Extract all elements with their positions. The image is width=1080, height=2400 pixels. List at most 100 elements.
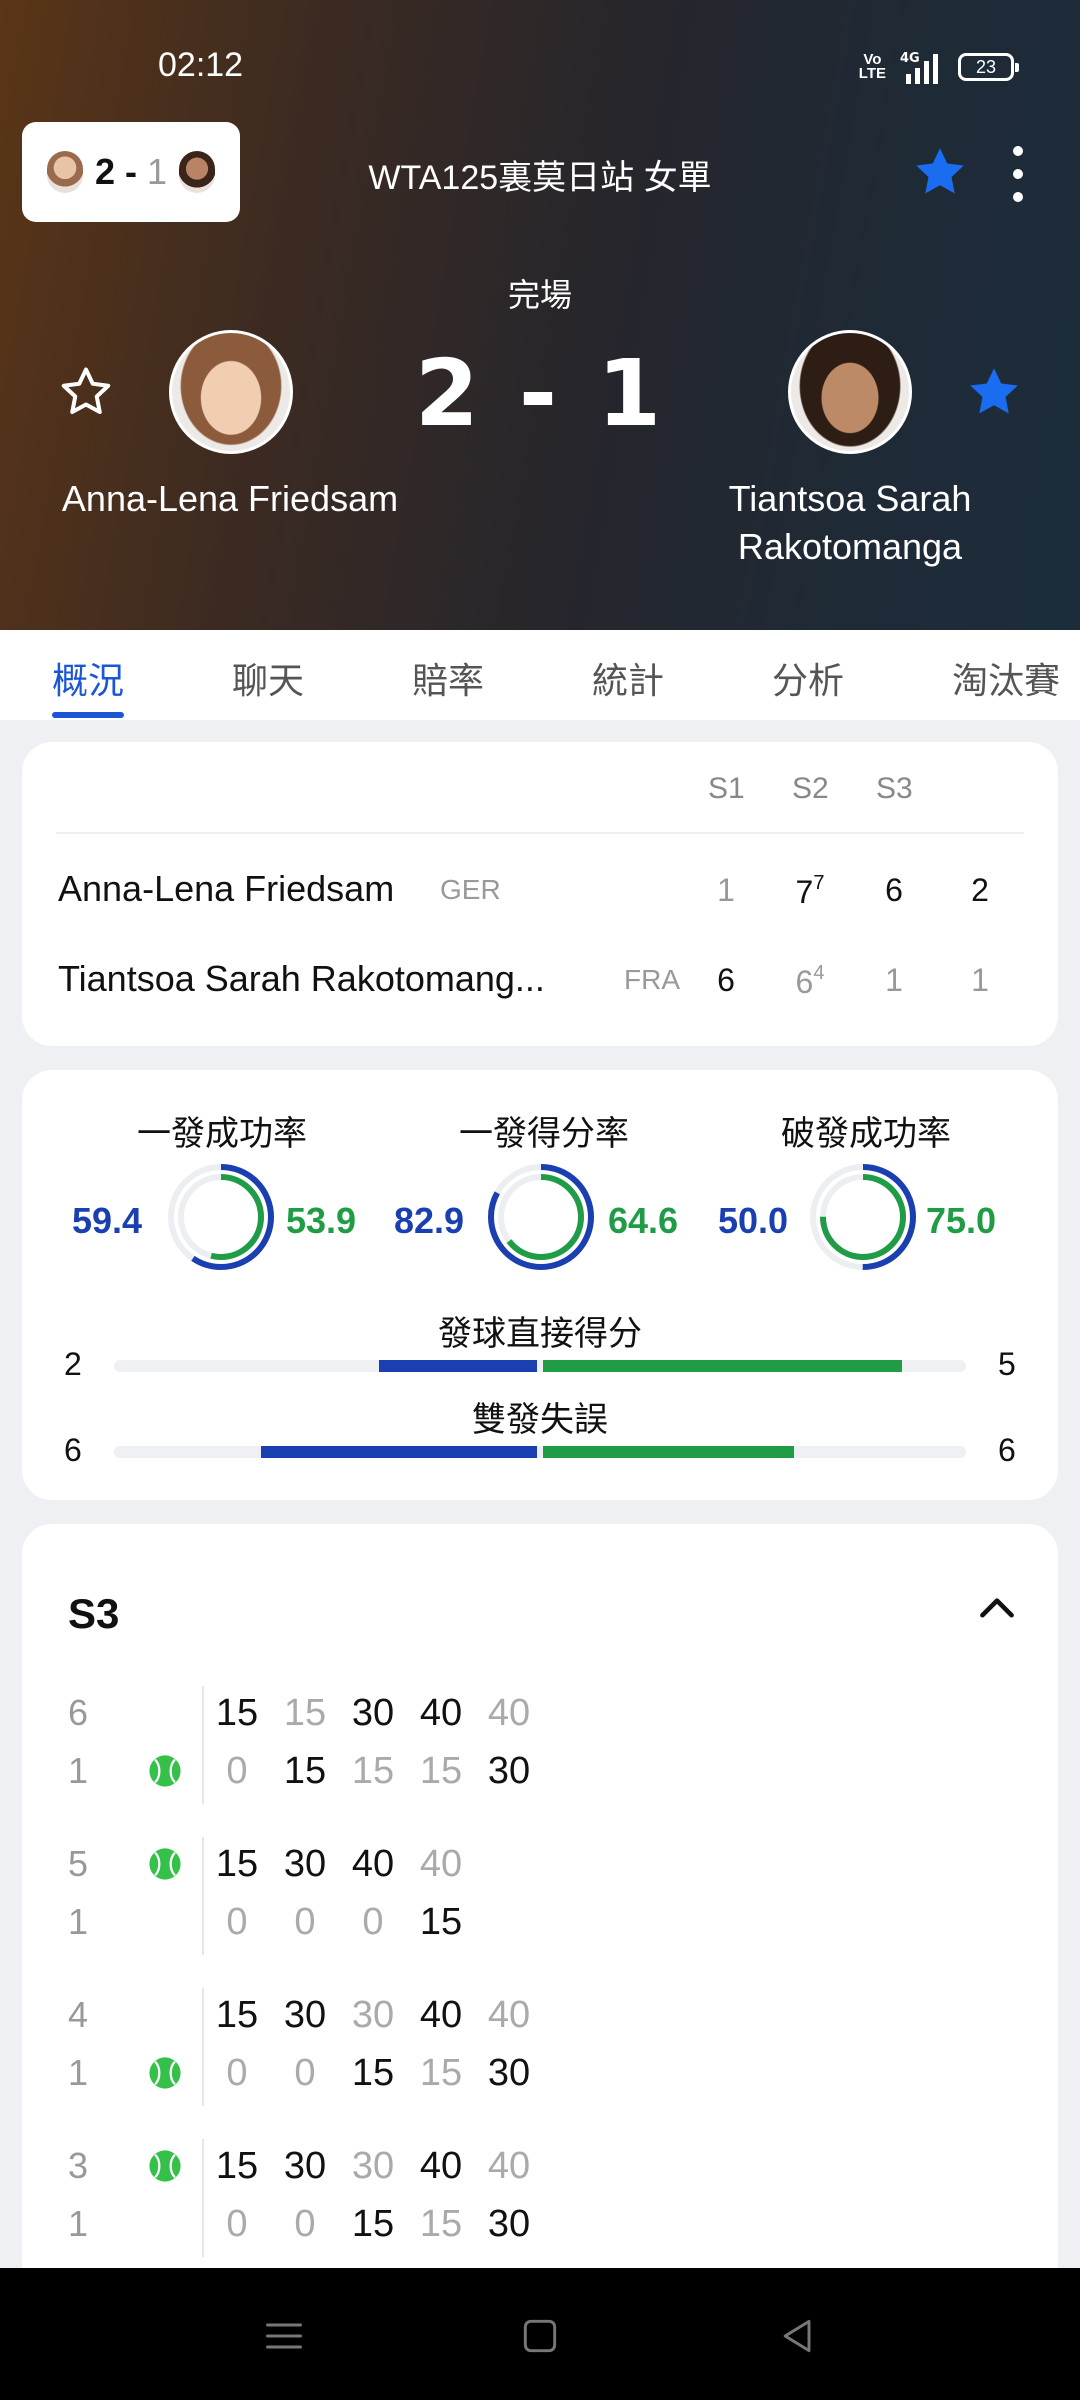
- stat1-home-value: 59.4: [72, 1200, 143, 1241]
- game-divider: [202, 1988, 204, 2106]
- home-games-score: 3: [68, 2145, 89, 2186]
- away-player-avatar[interactable]: [788, 330, 912, 454]
- tab-knockout[interactable]: 淘汰賽: [952, 630, 1060, 720]
- home-row-country: GER: [440, 874, 501, 905]
- away-point: 0: [294, 2052, 316, 2094]
- home-player-star-icon[interactable]: [56, 362, 116, 422]
- bar2-track: [114, 1446, 966, 1458]
- home-point: 40: [487, 2145, 531, 2187]
- away-point: 0: [362, 1901, 384, 1943]
- favorite-match-star-icon[interactable]: [910, 142, 970, 202]
- tennis-ball-icon: [149, 2150, 181, 2182]
- home-point: 30: [351, 2145, 395, 2187]
- away-point: 15: [351, 1750, 395, 1792]
- home-point: 15: [215, 1692, 259, 1734]
- bar2-home-value: 6: [64, 1432, 82, 1468]
- key-stats-card: 一發成功率 一發得分率 破發成功率 59.4 53.9 82.9 64.6 50…: [22, 1070, 1058, 1500]
- game-divider: [202, 1686, 204, 1804]
- back-icon[interactable]: [776, 2314, 820, 2358]
- chevron-up-icon[interactable]: [972, 1584, 1022, 1634]
- home-point: 40: [487, 1994, 531, 2036]
- stat-title-2: 一發得分率: [459, 1115, 629, 1153]
- home-player-avatar[interactable]: [169, 330, 293, 454]
- stat2-away-value: 64.6: [608, 1200, 679, 1241]
- home-point: 15: [283, 1692, 327, 1734]
- away-point: 15: [419, 2052, 463, 2094]
- bar1-track: [114, 1360, 966, 1372]
- away-s2: 64: [795, 962, 825, 1000]
- bar1-away-value: 5: [998, 1346, 1016, 1382]
- match-status: 完場: [507, 277, 572, 313]
- home-total: 2: [971, 872, 989, 908]
- stat3-ring: [810, 1164, 916, 1270]
- stat1-away-value: 53.9: [286, 1200, 357, 1241]
- away-point: 0: [294, 1901, 316, 1943]
- away-player-name[interactable]: Tiantsoa Sarah Rakotomanga: [680, 475, 1020, 571]
- away-total: 1: [971, 962, 989, 998]
- away-player-star-icon[interactable]: [964, 362, 1024, 422]
- bar1-away-fill: [543, 1360, 902, 1372]
- away-point: 15: [351, 2052, 395, 2094]
- away-point: 30: [487, 1750, 531, 1792]
- stat2-home-value: 82.9: [394, 1200, 465, 1241]
- tennis-ball-icon: [149, 2057, 181, 2089]
- home-point: 40: [487, 1692, 531, 1734]
- home-point: 15: [215, 1843, 259, 1885]
- stat2-ring: [488, 1164, 594, 1270]
- away-games-score: 1: [68, 2052, 89, 2093]
- home-point: 30: [283, 1994, 327, 2036]
- away-point: 0: [226, 2203, 248, 2245]
- away-s1: 6: [717, 962, 735, 998]
- away-point: 30: [487, 2203, 531, 2245]
- home-point: 30: [283, 1843, 327, 1885]
- stat3-home-value: 50.0: [718, 1200, 789, 1241]
- set-header-s2: S2: [792, 772, 829, 805]
- home-s3: 6: [885, 872, 903, 908]
- bar1-home-fill: [379, 1360, 537, 1372]
- home-point: 15: [215, 2145, 259, 2187]
- home-point: 40: [419, 1692, 463, 1734]
- bar2-away-fill: [543, 1446, 795, 1458]
- match-header: 02:12 Vo LTE 4G 23 2 - 1 WTA125裏莫日站 女單 完場…: [0, 0, 1080, 630]
- bar1-label: 發球直接得分: [438, 1315, 642, 1353]
- home-row-name: Anna-Lena Friedsam: [58, 868, 395, 909]
- home-point: 40: [419, 2145, 463, 2187]
- set-header-s1: S1: [708, 772, 745, 805]
- bar2-away-value: 6: [998, 1432, 1016, 1468]
- away-point: 15: [283, 1750, 327, 1792]
- divider: [56, 832, 1024, 834]
- match-score: 2 - 1: [414, 340, 666, 447]
- bar2-home-fill: [261, 1446, 537, 1458]
- home-icon[interactable]: [518, 2314, 562, 2358]
- tab-chat[interactable]: 聊天: [232, 630, 304, 720]
- away-point: 15: [419, 1750, 463, 1792]
- menu-icon[interactable]: [262, 2314, 306, 2358]
- home-player-name[interactable]: Anna-Lena Friedsam: [30, 475, 430, 523]
- tab-odds[interactable]: 賠率: [412, 630, 484, 720]
- system-nav-bar: [0, 2268, 1080, 2400]
- away-point: 0: [226, 1750, 248, 1792]
- stat-title-1: 一發成功率: [137, 1115, 307, 1153]
- tennis-ball-icon: [149, 1848, 181, 1880]
- set-detail-title: S3: [68, 1590, 120, 1637]
- home-point: 30: [351, 1692, 395, 1734]
- tennis-ball-icon: [149, 1755, 181, 1787]
- tab-analysis[interactable]: 分析: [772, 630, 844, 720]
- tab-stats[interactable]: 統計: [592, 630, 664, 720]
- home-point: 40: [419, 1994, 463, 2036]
- stat1-ring: [168, 1164, 274, 1270]
- home-point: 15: [215, 1994, 259, 2036]
- away-point: 15: [419, 2203, 463, 2245]
- stat3-away-value: 75.0: [926, 1200, 997, 1241]
- tab-bar: 概況 聊天 賠率 統計 分析 淘汰賽: [0, 630, 1080, 720]
- away-point: 0: [226, 2052, 248, 2094]
- away-games-score: 1: [68, 2203, 89, 2244]
- home-point: 40: [419, 1843, 463, 1885]
- stat-title-3: 破發成功率: [781, 1115, 951, 1153]
- game-divider: [202, 2139, 204, 2257]
- tab-overview[interactable]: 概況: [52, 630, 125, 720]
- set-detail-card: S3 6 15 15 30 40 40 1 0 15 15 15 30 5 15 30 40 40 1 0 0 0 15 4…: [22, 1524, 1058, 2344]
- more-vert-icon[interactable]: [1006, 146, 1030, 202]
- home-point: 40: [351, 1843, 395, 1885]
- home-games-score: 5: [68, 1843, 89, 1884]
